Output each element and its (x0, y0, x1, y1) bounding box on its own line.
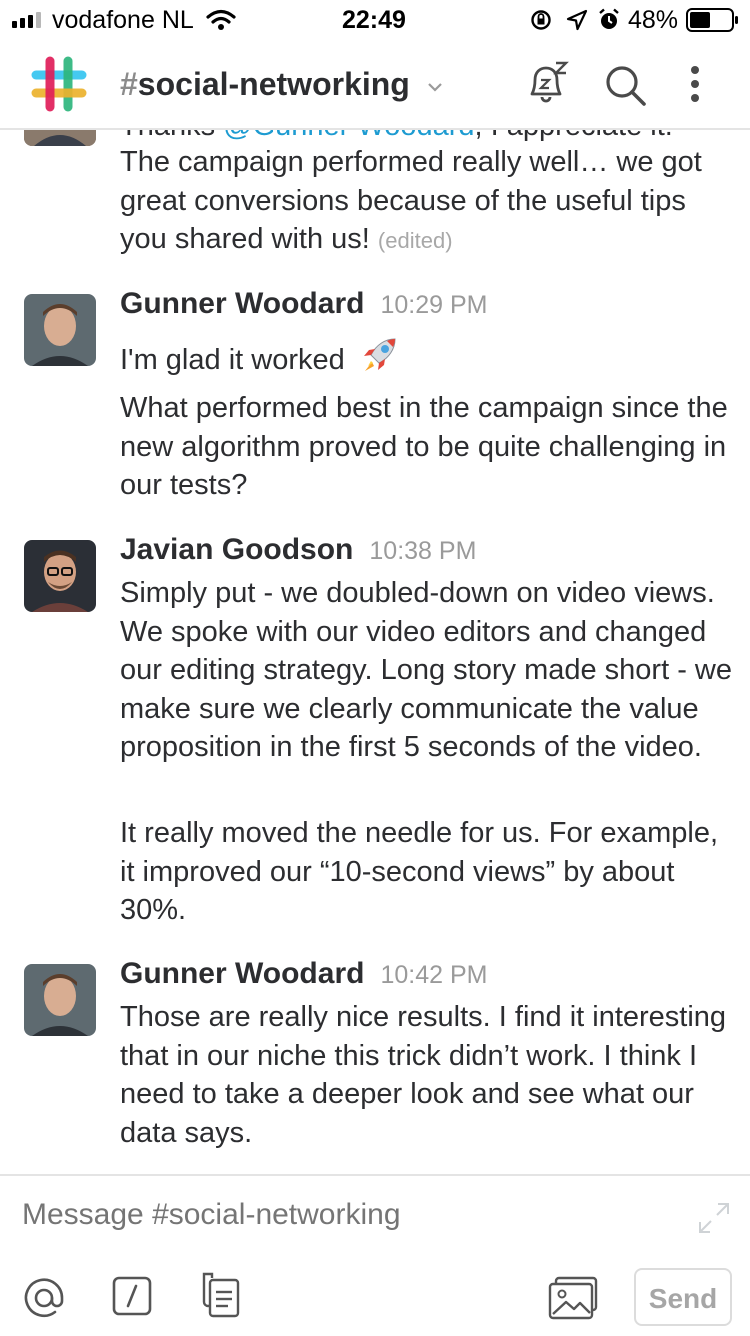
alarm-icon (599, 8, 619, 29)
author-name[interactable]: Gunner Woodard (120, 287, 364, 320)
message-input[interactable] (22, 1198, 662, 1232)
avatar-photo (24, 540, 96, 612)
message-author[interactable]: Javian Goodson 10:38 PM (120, 533, 476, 567)
message-text: , I appreciate it. (475, 129, 673, 142)
avatar[interactable] (24, 964, 96, 1036)
carrier-label: vodafone NL (52, 6, 194, 34)
signal-icon (12, 12, 41, 28)
message-text: Simply put - we doubled-down on video vi… (120, 577, 732, 763)
message-time: 10:38 PM (369, 537, 477, 565)
message-body: Simply put - we doubled-down on video vi… (120, 574, 735, 767)
message-body: It really moved the needle for us. For e… (120, 814, 735, 930)
message-author[interactable]: Gunner Woodard 10:29 PM (120, 287, 487, 321)
avatar-photo (24, 294, 96, 366)
search-icon[interactable] (604, 64, 648, 108)
author-name[interactable]: Gunner Woodard (120, 957, 364, 990)
edited-label: (edited) (377, 228, 453, 253)
avatar-photo (24, 129, 96, 146)
location-icon (566, 9, 588, 31)
wifi-icon (206, 9, 236, 30)
message-list[interactable]: Thanks @Gunner Woodard, I appreciate it.… (0, 129, 750, 1174)
photo-icon[interactable] (548, 1276, 600, 1320)
message-text: Those are really nice results. I find it… (120, 1001, 727, 1149)
more-vertical-icon[interactable] (688, 64, 702, 104)
message-text: It really moved the needle for us. For e… (120, 817, 719, 926)
message-composer: Send (0, 1174, 750, 1336)
battery-percent: 48% (628, 6, 679, 34)
avatar[interactable] (24, 540, 96, 612)
send-button[interactable]: Send (634, 1268, 732, 1326)
message-body: What performed best in the campaign sinc… (120, 389, 735, 505)
chevron-down-icon (427, 82, 442, 92)
channel-name: social-networking (137, 66, 410, 102)
expand-icon[interactable] (696, 1200, 732, 1236)
at-icon[interactable] (22, 1276, 66, 1320)
message-body: I'm glad it worked (120, 335, 735, 380)
orientation-lock-icon (531, 10, 551, 30)
message-author[interactable]: Gunner Woodard 10:42 PM (120, 957, 487, 991)
message-text: What performed best in the campaign sinc… (120, 392, 728, 501)
clock: 22:49 (342, 6, 406, 34)
message-text: Thanks (120, 129, 223, 142)
message-time: 10:29 PM (380, 291, 488, 319)
message-body: The campaign performed really well… we g… (120, 143, 735, 261)
message-body: Those are really nice results. I find it… (120, 998, 735, 1152)
avatar[interactable] (24, 129, 96, 146)
snooze-bell-icon[interactable] (524, 58, 570, 106)
message-text: I'm glad it worked (120, 344, 345, 376)
battery-icon (686, 8, 738, 32)
status-bar: vodafone NL 22:49 48% (0, 0, 750, 40)
message-time: 10:42 PM (380, 961, 488, 989)
avatar-photo (24, 964, 96, 1036)
files-icon[interactable] (198, 1272, 240, 1320)
author-name[interactable]: Javian Goodson (120, 533, 353, 566)
channel-header: #social-networking (0, 40, 750, 130)
slack-logo-icon[interactable] (30, 55, 88, 113)
channel-hash: # (120, 66, 138, 102)
channel-title[interactable]: #social-networking (120, 66, 443, 103)
rocket-emoji-icon (363, 338, 396, 371)
avatar[interactable] (24, 294, 96, 366)
mention-link[interactable]: @Gunner Woodard (223, 129, 474, 142)
slash-command-icon[interactable] (112, 1276, 152, 1316)
